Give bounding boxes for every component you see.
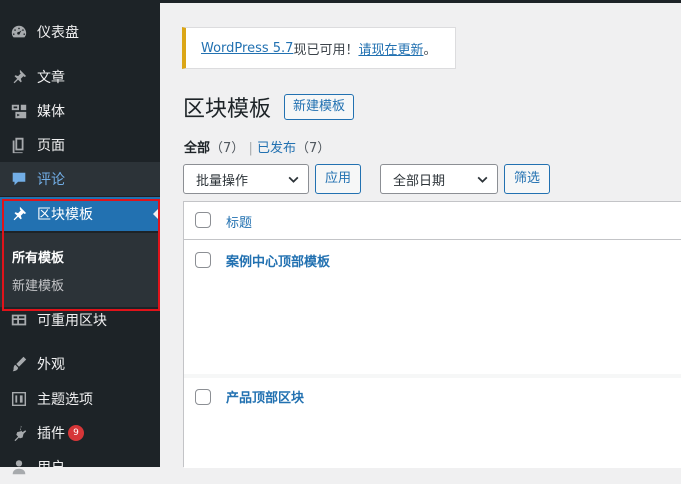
sidebar-item-label: 主题选项 [37, 392, 93, 408]
templates-table: 标题 案例中心顶部模板 产品顶部区块 [183, 201, 681, 468]
sidebar-item-label: 媒体 [37, 104, 65, 120]
bulk-action-select[interactable]: 批量操作 [183, 164, 309, 194]
plugin-icon [9, 423, 29, 443]
user-icon [9, 457, 29, 477]
sidebar-item-users[interactable]: 用户 [0, 450, 160, 484]
submenu-item-new-template[interactable]: 新建模板 [12, 275, 64, 294]
main-content: WordPress 5.7 现已可用！ 请现在更新。 区块模板 新建模板 全部（7）… [160, 3, 681, 468]
sidebar-item-label: 评论 [37, 172, 65, 188]
table-row: 案例中心顶部模板 [184, 240, 681, 374]
column-title-header[interactable]: 标题 [226, 212, 252, 231]
chevron-down-icon [476, 173, 489, 189]
sidebar-item-appearance[interactable]: 外观 [0, 347, 160, 381]
sidebar-item-plugins[interactable]: 插件 9 [0, 416, 160, 450]
wordpress-version-link[interactable]: WordPress 5.7 [201, 41, 293, 56]
plugins-label-group: 插件 9 [37, 423, 84, 443]
sidebar-item-label: 区块模板 [37, 207, 93, 223]
notice-end: 。 [423, 42, 437, 58]
sidebar-item-theme-options[interactable]: 主题选项 [0, 382, 160, 416]
sidebar-item-block-templates[interactable]: 区块模板 [0, 197, 160, 231]
sidebar-item-dashboard[interactable]: 仪表盘 [0, 15, 160, 49]
brush-icon [9, 354, 29, 374]
block-templates-submenu: 所有模板 新建模板 [0, 233, 160, 307]
sidebar-item-label: 页面 [37, 138, 65, 154]
active-menu-arrow [153, 207, 160, 221]
filter-all-link[interactable]: 全部 [184, 141, 210, 156]
dashboard-icon [9, 22, 29, 42]
sidebar-item-media[interactable]: 媒体 [0, 94, 160, 128]
comment-icon [9, 169, 29, 189]
bulk-action-value: 批量操作 [196, 173, 249, 189]
date-filter-value: 全部日期 [393, 173, 446, 189]
sidebar-item-label: 用户 [37, 460, 65, 476]
page-title: 区块模板 [183, 97, 272, 122]
notice-text: 现已可用！ [293, 42, 359, 58]
sidebar-item-label: 仪表盘 [37, 25, 79, 41]
sidebar-item-pages[interactable]: 页面 [0, 128, 160, 162]
sidebar-item-label: 外观 [37, 357, 65, 373]
add-new-template-button[interactable]: 新建模板 [284, 94, 355, 120]
filter-button[interactable]: 筛选 [504, 164, 551, 194]
row-checkbox[interactable] [195, 389, 211, 405]
row-checkbox[interactable] [195, 252, 211, 268]
filter-published-link[interactable]: 已发布 [257, 141, 296, 156]
theme-options-icon [9, 389, 29, 409]
page-icon [9, 135, 29, 155]
date-filter-select[interactable]: 全部日期 [380, 164, 498, 194]
filter-published-count: （7） [295, 141, 331, 156]
table-icon [9, 310, 29, 330]
apply-button[interactable]: 应用 [315, 164, 362, 194]
sidebar-item-reusable-blocks[interactable]: 可重用区块 [0, 303, 160, 337]
chevron-down-icon [287, 173, 300, 189]
table-header: 标题 [184, 202, 681, 240]
update-notice: WordPress 5.7 现已可用！ 请现在更新。 [182, 27, 456, 69]
pin-icon [9, 204, 29, 224]
admin-sidebar: 仪表盘 文章 媒体 页面 评论 区块模板 所有模板 新建模板 可重用区块 外观 … [0, 3, 160, 476]
update-count-badge: 9 [68, 425, 84, 441]
sidebar-item-label: 可重用区块 [37, 313, 107, 329]
filter-separator: | [248, 141, 253, 156]
row-title-link[interactable]: 案例中心顶部模板 [226, 251, 330, 270]
sidebar-item-label: 插件 [37, 426, 65, 442]
row-title-link[interactable]: 产品顶部区块 [226, 387, 304, 406]
select-all-checkbox[interactable] [195, 212, 211, 228]
status-filter-links: 全部（7） | 已发布（7） [184, 137, 330, 156]
media-icon [9, 101, 29, 121]
update-now-link[interactable]: 请现在更新 [358, 39, 423, 58]
pin-icon [9, 67, 29, 87]
sidebar-item-posts[interactable]: 文章 [0, 60, 160, 94]
sidebar-item-label: 文章 [37, 70, 65, 86]
filter-all-count: （7） [210, 141, 245, 156]
submenu-item-all-templates[interactable]: 所有模板 [12, 247, 64, 266]
sidebar-item-comments[interactable]: 评论 [0, 162, 160, 196]
table-row: 产品顶部区块 [184, 378, 681, 468]
